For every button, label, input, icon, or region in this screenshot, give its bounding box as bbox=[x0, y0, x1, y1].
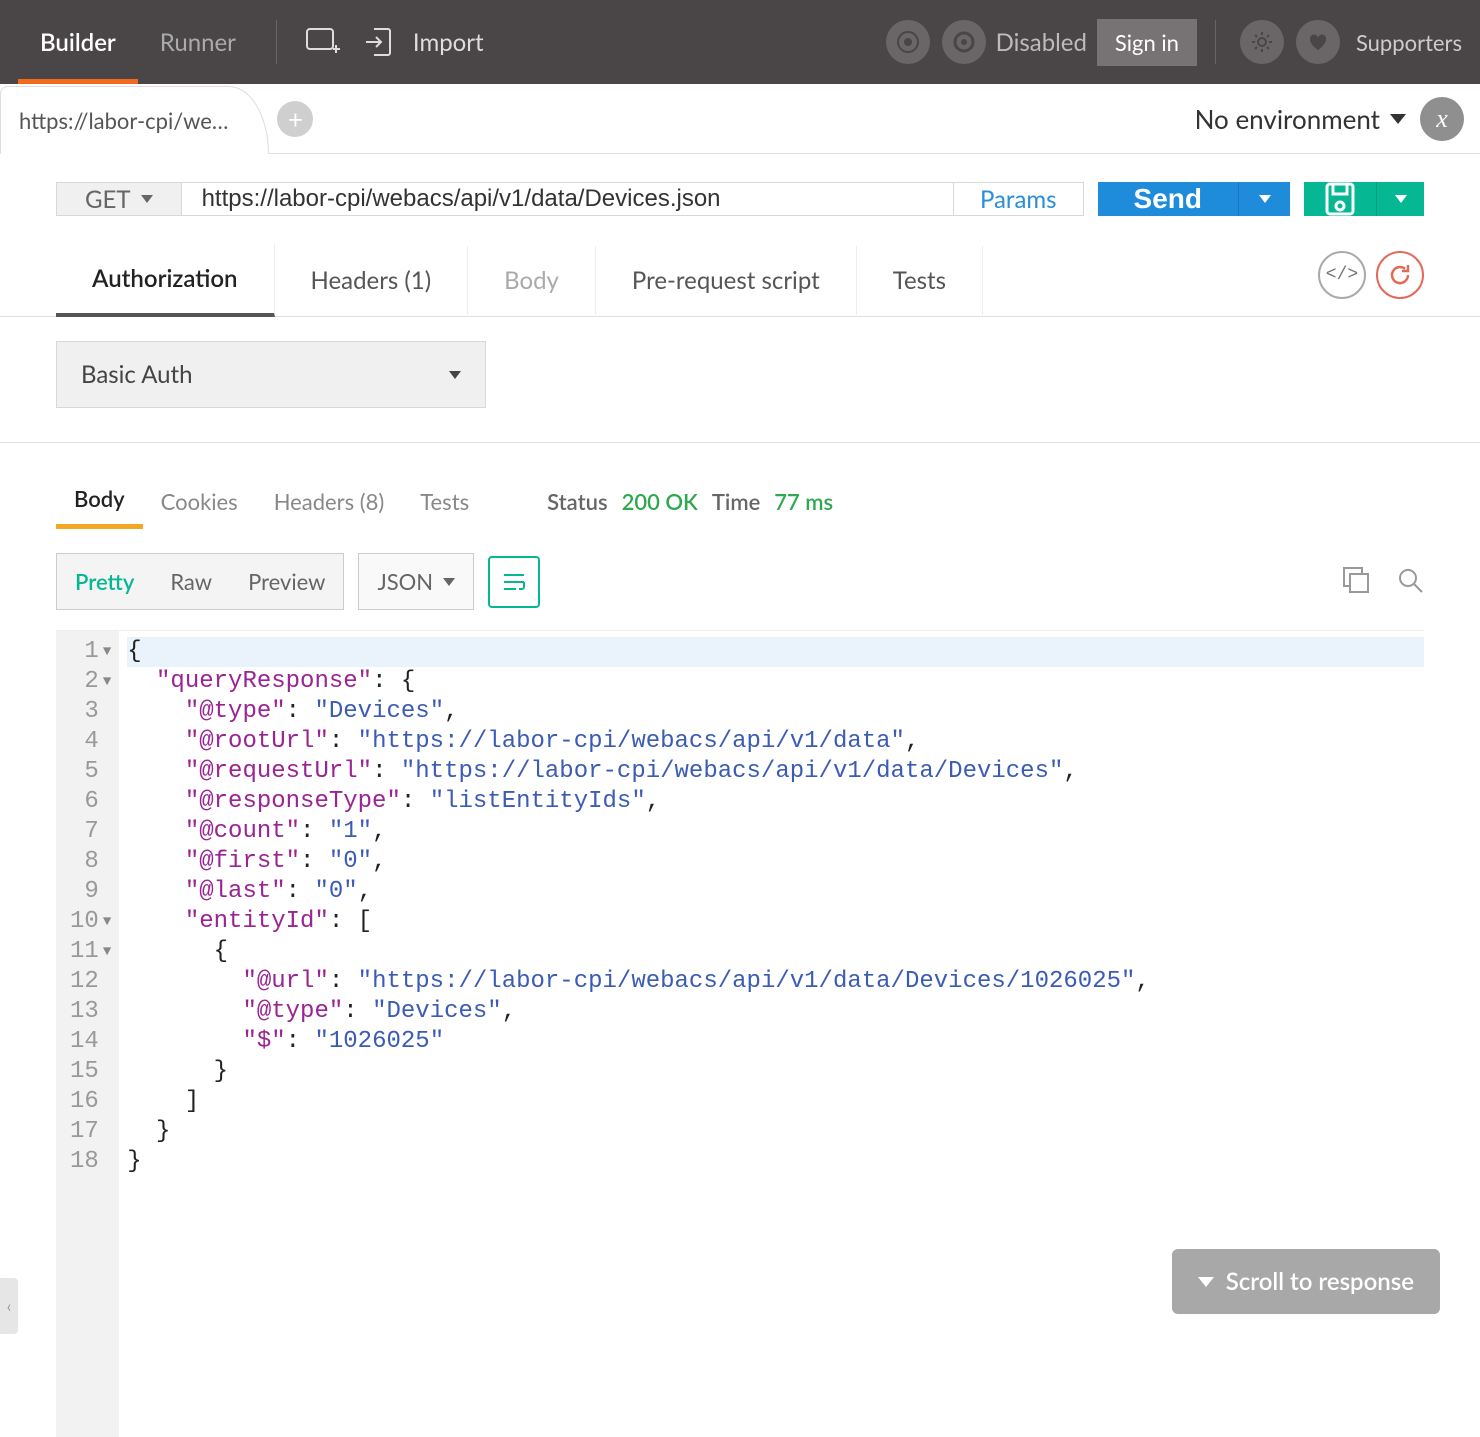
view-preview[interactable]: Preview bbox=[230, 554, 343, 609]
search-icon[interactable] bbox=[1396, 566, 1424, 598]
code-body[interactable]: { "queryResponse": { "@type": "Devices",… bbox=[119, 631, 1424, 1437]
chevron-down-icon bbox=[1395, 195, 1407, 203]
request-tabstrip: https://labor-cpi/we… + No environment x bbox=[0, 84, 1480, 154]
response-tools-right bbox=[1342, 566, 1424, 598]
environment-select[interactable]: No environment bbox=[1195, 103, 1406, 135]
variables-button[interactable]: x bbox=[1420, 97, 1464, 141]
topbar-right: Disabled Sign in Supporters bbox=[880, 0, 1462, 84]
wrap-lines-button[interactable] bbox=[488, 556, 540, 608]
response-tab-body[interactable]: Body bbox=[56, 473, 143, 529]
subtab-prerequest[interactable]: Pre-request script bbox=[596, 246, 857, 315]
settings-icon[interactable] bbox=[1240, 20, 1284, 64]
import-label[interactable]: Import bbox=[413, 28, 484, 57]
params-button[interactable]: Params bbox=[953, 183, 1083, 215]
environment-area: No environment x bbox=[1195, 97, 1480, 141]
add-tab-button[interactable]: + bbox=[277, 101, 313, 137]
scroll-button-label: Scroll to response bbox=[1226, 1267, 1414, 1296]
import-icon[interactable] bbox=[357, 20, 401, 64]
view-mode-group: Pretty Raw Preview bbox=[56, 553, 344, 610]
chevron-down-icon bbox=[449, 371, 461, 379]
environment-label: No environment bbox=[1195, 103, 1380, 135]
view-raw[interactable]: Raw bbox=[152, 554, 230, 609]
send-dropdown[interactable] bbox=[1238, 182, 1290, 216]
chevron-down-icon bbox=[1198, 1277, 1214, 1287]
topbar-left: Builder Runner Import bbox=[18, 0, 484, 84]
subtab-tests[interactable]: Tests bbox=[857, 246, 983, 315]
gutter: 1▼2▼3 4 5 6 7 8 9 10▼11▼12 13 14 15 16 1… bbox=[56, 631, 119, 1437]
divider bbox=[276, 20, 277, 64]
divider bbox=[1215, 20, 1216, 64]
tab-runner[interactable]: Runner bbox=[138, 0, 258, 84]
chevron-down-icon bbox=[141, 195, 153, 203]
url-input[interactable] bbox=[182, 183, 953, 215]
auth-type-select[interactable]: Basic Auth bbox=[56, 341, 486, 408]
send-group: Send bbox=[1098, 182, 1290, 216]
copy-icon[interactable] bbox=[1342, 566, 1370, 598]
interceptor-icon[interactable] bbox=[886, 20, 930, 64]
send-button[interactable]: Send bbox=[1098, 182, 1238, 216]
tab-builder[interactable]: Builder bbox=[18, 0, 138, 84]
response-toolbar: Pretty Raw Preview JSON bbox=[0, 529, 1480, 620]
auth-row: Basic Auth bbox=[0, 317, 1480, 443]
sidebar-collapse-handle[interactable]: ‹ bbox=[0, 1278, 18, 1334]
status-label: Status bbox=[547, 488, 607, 515]
request-tools: </> bbox=[1318, 251, 1424, 309]
request-subtabs: Authorization Headers (1) Body Pre-reque… bbox=[0, 244, 1480, 317]
chevron-down-icon bbox=[1259, 195, 1271, 203]
status-value: 200 OK bbox=[622, 488, 698, 515]
auth-type-label: Basic Auth bbox=[81, 360, 193, 389]
new-icon[interactable] bbox=[301, 20, 345, 64]
proxy-icon[interactable] bbox=[942, 20, 986, 64]
supporters-label[interactable]: Supporters bbox=[1356, 29, 1462, 56]
request-tab-label: https://labor-cpi/we… bbox=[19, 107, 228, 134]
code-icon[interactable]: </> bbox=[1318, 251, 1366, 299]
reset-icon[interactable] bbox=[1376, 251, 1424, 299]
heart-icon[interactable] bbox=[1296, 20, 1340, 64]
method-label: GET bbox=[85, 185, 131, 214]
signin-button[interactable]: Sign in bbox=[1097, 19, 1197, 66]
topbar: Builder Runner Import Disabled Sign in S… bbox=[0, 0, 1480, 84]
subtab-authorization[interactable]: Authorization bbox=[56, 244, 275, 317]
method-url-group: GET Params bbox=[56, 182, 1084, 216]
view-pretty[interactable]: Pretty bbox=[57, 554, 152, 609]
save-group bbox=[1304, 182, 1424, 216]
request-tab[interactable]: https://labor-cpi/we… bbox=[0, 86, 269, 154]
format-select[interactable]: JSON bbox=[358, 553, 474, 610]
response-tab-cookies[interactable]: Cookies bbox=[143, 476, 256, 527]
time-label: Time bbox=[712, 488, 760, 515]
save-button[interactable] bbox=[1304, 182, 1376, 216]
time-value: 77 ms bbox=[774, 488, 833, 515]
subtab-body[interactable]: Body bbox=[468, 246, 596, 315]
scroll-to-response-button[interactable]: Scroll to response bbox=[1172, 1249, 1440, 1314]
format-label: JSON bbox=[377, 568, 433, 595]
chevron-down-icon bbox=[1390, 114, 1406, 124]
response-tab-headers[interactable]: Headers (8) bbox=[256, 476, 403, 527]
request-row: GET Params Send bbox=[0, 154, 1480, 226]
method-select[interactable]: GET bbox=[57, 183, 182, 215]
subtab-headers[interactable]: Headers (1) bbox=[275, 246, 469, 315]
response-status: Status 200 OK Time 77 ms bbox=[547, 488, 833, 515]
save-dropdown[interactable] bbox=[1376, 182, 1424, 216]
response-header: Body Cookies Headers (8) Tests Status 20… bbox=[0, 443, 1480, 529]
proxy-disabled-label: Disabled bbox=[996, 28, 1087, 57]
response-tab-tests[interactable]: Tests bbox=[402, 476, 487, 527]
chevron-down-icon bbox=[443, 578, 455, 586]
response-body: 1▼2▼3 4 5 6 7 8 9 10▼11▼12 13 14 15 16 1… bbox=[56, 630, 1424, 1437]
